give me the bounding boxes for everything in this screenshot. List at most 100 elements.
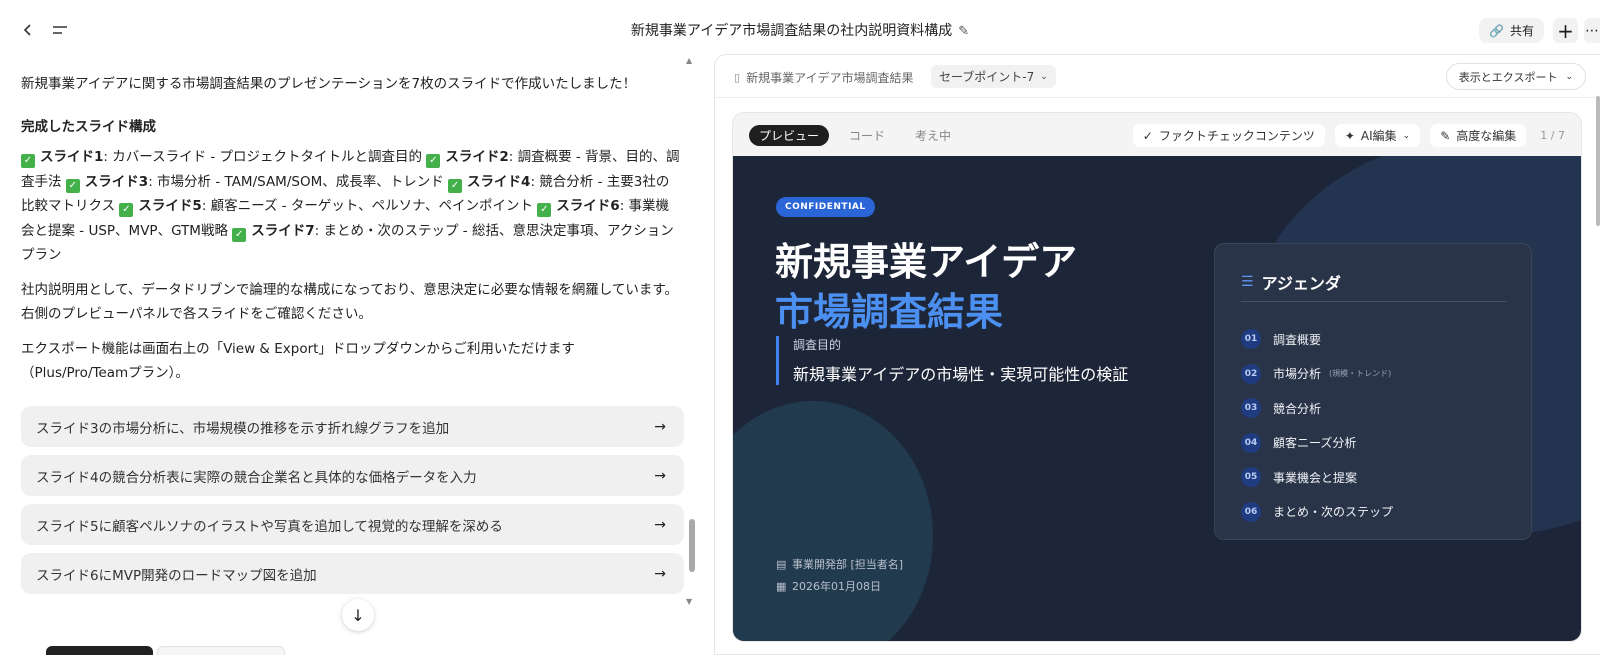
slide-name: スライド1 [40, 149, 104, 165]
slide-name: スライド7 [251, 222, 315, 239]
agenda-note: (規模・トレンド) [1329, 369, 1392, 379]
tab-thinking[interactable]: 考え中 [905, 125, 961, 146]
panel-header: ▯ 新規事業アイデア市場調査結果 セーブポイント-7 ⌄ 表示とエクスポート ⌄ [715, 55, 1600, 98]
chat-panel: 新規事業アイデアに関する市場調査結果のプレゼンテーションを7枚のスライドで作成い… [0, 58, 700, 655]
list-icon: ☰ [1241, 274, 1254, 290]
agenda-item: 04 顧客ニーズ分析 [1241, 426, 1393, 461]
slide-title-line2: 市場調査結果 [775, 290, 1004, 334]
intro-text: 新規事業アイデアに関する市場調査結果のプレゼンテーションを7枚のスライドで作成い… [21, 76, 637, 92]
page-counter: 1 / 7 [1540, 129, 1565, 142]
chat-scrollbar[interactable] [689, 519, 695, 572]
agenda-title-text: アジェンダ [1261, 274, 1341, 293]
agenda-list: 01 調査概要 02 市場分析 (規模・トレンド) 03 競合分析 04 顧客ニーズ分析 05 事業… [1241, 322, 1393, 529]
agenda-item: 03 競合分析 [1241, 391, 1393, 426]
edit-title-icon[interactable]: ✎ [958, 24, 969, 39]
decorative-circle [733, 401, 933, 641]
agenda-number: 04 [1241, 432, 1261, 453]
toolbar: ✓ ファクトチェックコンテンツ ✦ AI編集 ⌄ ✎ 高度な編集 1 / 7 [1132, 124, 1565, 147]
slide-title-line1: 新規事業アイデア [775, 240, 1078, 284]
slide-name: スライド6 [556, 198, 620, 214]
slide-name: スライド3 [84, 173, 149, 190]
scroll-up-icon[interactable]: ▲ [686, 56, 692, 65]
link-icon: 🔗 [1489, 23, 1504, 38]
calendar-icon: ▦ [776, 580, 787, 593]
view-export-dropdown[interactable]: 表示とエクスポート ⌄ [1445, 63, 1586, 90]
check-circle-icon: ✓ [1142, 128, 1153, 143]
arrow-right-icon: → [654, 467, 666, 484]
purpose-text: 新規事業アイデアの市場性・実現可能性の検証 [793, 365, 1129, 384]
suggestion-item[interactable]: スライド4の競合分析表に実際の競合企業名と具体的な価格データを入力 → [21, 455, 684, 496]
agenda-item: 02 市場分析 (規模・トレンド) [1241, 357, 1393, 392]
chevron-down-icon: ⌄ [1565, 71, 1573, 82]
check-icon: ✓ [65, 178, 80, 193]
arrow-right-icon: → [654, 516, 666, 533]
bottom-action-button[interactable] [46, 646, 153, 655]
suggestion-text: スライド4の競合分析表に実際の競合企業名と具体的な価格データを入力 [36, 469, 477, 486]
document-name-text: 新規事業アイデア市場調査結果 [746, 71, 914, 85]
agenda-label: 競合分析 [1273, 401, 1322, 416]
title-text: 新規事業アイデア市場調査結果の社内説明資料構成 [630, 23, 953, 39]
agenda-item: 05 事業機会と提案 [1241, 460, 1393, 495]
agenda-number: 05 [1241, 467, 1261, 488]
savepoint-dropdown[interactable]: セーブポイント-7 ⌄ [931, 65, 1056, 88]
ai-edit-button[interactable]: ✦ AI編集 ⌄ [1334, 124, 1421, 147]
suggestion-text: スライド3の市場分析に、市場規模の推移を示す折れ線グラフを追加 [36, 420, 450, 437]
document-name: ▯ 新規事業アイデア市場調査結果 [734, 69, 913, 86]
check-icon: ✓ [537, 203, 552, 217]
agenda-item: 01 調査概要 [1241, 322, 1393, 357]
suggestion-item[interactable]: スライド6にMVP開発のロードマップ図を追加 → [21, 553, 684, 594]
agenda-label: 調査概要 [1273, 332, 1322, 347]
check-icon: ✓ [232, 227, 247, 242]
description-text: 社内説明用として、データドリブンで論理的な構成になっており、意思決定に必要な情報… [21, 281, 679, 323]
agenda-number: 01 [1241, 329, 1261, 350]
pencil-icon: ✎ [1440, 128, 1451, 143]
sparkle-icon: ✦ [1344, 128, 1355, 143]
tab-preview[interactable]: プレビュー [749, 125, 830, 146]
document-icon: ▯ [734, 71, 741, 84]
scroll-to-bottom-button[interactable]: ↓ [342, 599, 374, 631]
divider [1241, 301, 1507, 302]
preview-panel: ▯ 新規事業アイデア市場調査結果 セーブポイント-7 ⌄ 表示とエクスポート ⌄… [714, 54, 1600, 655]
export-note: エクスポート機能は画面右上の「View & Export」ドロップダウンからご利… [21, 340, 575, 382]
factcheck-button[interactable]: ✓ ファクトチェックコンテンツ [1132, 124, 1325, 147]
slide-name: スライド4 [467, 173, 531, 190]
confidential-badge: CONFIDENTIAL [776, 197, 875, 217]
slide-name: スライド2 [445, 149, 509, 165]
chevron-down-icon: ⌄ [1040, 71, 1048, 82]
share-button[interactable]: 🔗 共有 [1479, 18, 1544, 43]
suggestion-text: スライド6にMVP開発のロードマップ図を追加 [36, 567, 317, 584]
check-icon: ✓ [448, 178, 463, 193]
agenda-label: 市場分析 [1273, 367, 1322, 382]
more-icon[interactable]: ⋯ [1584, 18, 1600, 43]
assistant-message: 新規事業アイデアに関する市場調査結果のプレゼンテーションを7枚のスライドで作成い… [21, 72, 681, 396]
chevron-down-icon: ⌄ [1402, 130, 1411, 141]
view-tabs: プレビュー コード 考え中 [749, 125, 961, 146]
check-icon: ✓ [426, 154, 441, 168]
bottom-secondary-button[interactable] [157, 646, 285, 655]
advanced-edit-button[interactable]: ✎ 高度な編集 [1430, 124, 1527, 147]
agenda-number: 02 [1241, 363, 1261, 384]
factcheck-label: ファクトチェックコンテンツ [1158, 129, 1315, 143]
purpose-block: 調査目的 新規事業アイデアの市場性・実現可能性の検証 [776, 336, 1128, 385]
department-text: 事業開発部 [担当者名] [792, 558, 904, 571]
scroll-down-icon[interactable]: ▼ [686, 597, 692, 606]
ai-edit-label: AI編集 [1360, 129, 1397, 143]
slide-desc: : カバースライド - プロジェクトタイトルと調査目的 [103, 149, 423, 165]
purpose-label: 調査目的 [793, 338, 842, 352]
slide-canvas: CONFIDENTIAL 新規事業アイデア 市場調査結果 調査目的 新規事業アイ… [733, 156, 1581, 641]
plus-icon[interactable]: + [1553, 18, 1578, 43]
tab-code[interactable]: コード [839, 125, 895, 146]
slide-structure-list: ✓ スライド1: カバースライド - プロジェクトタイトルと調査目的 ✓ スライド2… [21, 145, 681, 268]
export-label: 表示とエクスポート [1458, 70, 1558, 84]
slide-footer: ▤ 事業開発部 [担当者名] ▦ 2026年01月08日 [776, 554, 903, 598]
slide-desc: : 顧客ニーズ - ターゲット、ペルソナ、ペインポイント [201, 198, 533, 214]
suggestion-item[interactable]: スライド5に顧客ペルソナのイラストや写真を追加して視覚的な理解を深める → [21, 504, 684, 545]
arrow-right-icon: → [654, 418, 666, 435]
share-label: 共有 [1509, 24, 1534, 38]
agenda-heading: ☰ アジェンダ [1241, 270, 1341, 294]
page-scrollbar[interactable] [1596, 96, 1600, 226]
suggestion-item[interactable]: スライド3の市場分析に、市場規模の推移を示す折れ線グラフを追加 → [21, 406, 684, 447]
agenda-label: まとめ・次のステップ [1273, 505, 1394, 520]
slide-desc: : 市場分析 - TAM/SAM/SOM、成長率、トレンド [148, 173, 444, 190]
agenda-label: 事業機会と提案 [1273, 470, 1358, 485]
